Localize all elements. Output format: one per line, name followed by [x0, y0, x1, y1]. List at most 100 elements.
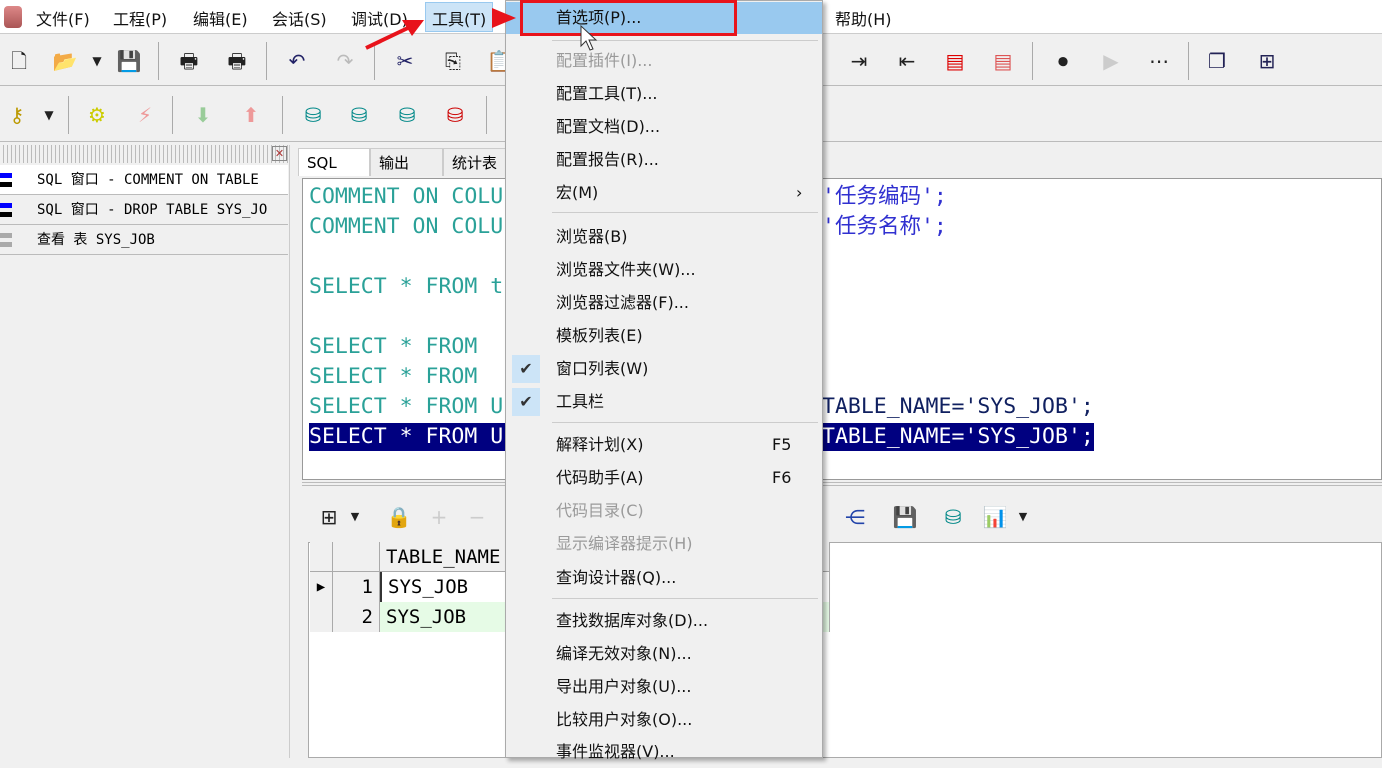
menu-item[interactable]: 编译无效对象(N)... — [506, 638, 822, 670]
key-icon[interactable]: ⚷ — [4, 102, 30, 128]
tab-sql[interactable]: SQL — [298, 148, 370, 176]
menu-item[interactable]: 事件监视器(V)... — [506, 736, 822, 768]
close-panel-icon[interactable]: ✕ — [272, 146, 287, 161]
results-toolbar: ⊞ ▼ 🔒 + − ⋲ 💾 ⛁ 📊 ▼ — [302, 498, 1382, 540]
code-line: COMMENT ON COLU — [309, 214, 504, 239]
menu-item[interactable]: 比较用户对象(O)... — [506, 704, 822, 736]
annotation-arrow-line — [365, 25, 411, 50]
grid-layout-icon[interactable]: ⊞ — [316, 504, 342, 530]
menu-item[interactable]: 代码助手(A) F6 — [506, 462, 822, 494]
menu-item[interactable]: 宏(M) › — [506, 177, 822, 209]
tab-statistics[interactable]: 统计表 — [443, 148, 513, 176]
delete-row-icon[interactable]: − — [464, 504, 490, 530]
menu-item-label: 配置报告(R)... — [556, 150, 659, 169]
menu-item[interactable]: 配置文档(D)... — [506, 111, 822, 143]
row-number: 1 — [333, 572, 380, 602]
menu-item[interactable]: 显示编译器提示(H) — [506, 528, 822, 560]
menu-item[interactable]: 浏览器(B) — [506, 221, 822, 253]
code-line: COMMENT ON COLU — [309, 184, 504, 209]
menu-item-label: 配置工具(T)... — [556, 84, 658, 103]
mouse-cursor-icon — [580, 24, 598, 51]
menu-item[interactable]: 查询设计器(Q)... — [506, 562, 822, 594]
annotation-arrows — [365, 8, 598, 51]
menu-item[interactable]: 浏览器文件夹(W)... — [506, 254, 822, 286]
submenu-arrow-icon: › — [796, 183, 803, 202]
menu-item-label: 比较用户对象(O)... — [556, 710, 693, 729]
menu-item[interactable]: 模板列表(E) — [506, 320, 822, 352]
dropdown-arrow-icon[interactable]: ▼ — [342, 504, 368, 530]
rollback-icon[interactable]: ⬆ — [238, 102, 264, 128]
save-icon[interactable]: 💾 — [892, 504, 918, 530]
code-line-tail: TABLE_NAME='SYS_JOB'; — [822, 394, 1094, 419]
menu-item[interactable]: 浏览器过滤器(F)... — [506, 287, 822, 319]
window-item-label: SQL 窗口 - COMMENT ON TABLE — [37, 172, 259, 188]
menu-item-label: 代码助手(A) — [556, 468, 644, 487]
menu-separator — [552, 422, 818, 423]
shortcut-label: F5 — [772, 435, 792, 454]
code-line: SELECT * FROM U — [309, 423, 509, 451]
code-line-tail: '任务名称'; — [822, 214, 947, 239]
menu-item[interactable]: 代码目录(C) — [506, 495, 822, 527]
annotation-pointer — [492, 8, 516, 28]
code-line: SELECT * FROM t — [309, 274, 504, 299]
view-table-icon — [0, 233, 12, 247]
row-number: 2 — [333, 602, 380, 632]
menu-item-label: 代码目录(C) — [556, 501, 644, 520]
disconnect-db-icon[interactable]: ⛁ — [442, 102, 468, 128]
sql-window-icon — [0, 203, 12, 217]
current-row-indicator-icon: ▶ — [310, 572, 333, 602]
sql-db-icon[interactable]: ⛁ — [346, 102, 372, 128]
checkmark-icon: ✔ — [512, 355, 540, 383]
menu-item-label: 配置文档(D)... — [556, 117, 661, 136]
query-tree-icon[interactable]: ⋲ — [842, 504, 868, 530]
menu-item-label: 查询设计器(Q)... — [556, 568, 677, 587]
menu-item[interactable]: 工具栏 ✔ — [506, 386, 822, 418]
dropdown-arrow-icon[interactable]: ▼ — [1010, 504, 1036, 530]
dropdown-arrow-icon[interactable]: ▼ — [36, 102, 62, 128]
menu-item[interactable]: 解释计划(X) F5 — [506, 429, 822, 461]
splitter[interactable] — [302, 482, 1382, 486]
menu-item-label: 解释计划(X) — [556, 435, 644, 454]
tools-dropdown-menu: 首选项(P)... 配置插件(I)... 配置工具(T)... 配置文档(D)... 配… — [505, 0, 823, 761]
execute-icon[interactable]: ⚙ — [84, 102, 110, 128]
commit-icon[interactable]: ⬇ — [190, 102, 216, 128]
export-db-icon[interactable]: ⛁ — [940, 504, 966, 530]
window-list-panel: ✕ SQL 窗口 - COMMENT ON TABLE SQL 窗口 - DRO… — [0, 145, 290, 758]
code-line: SELECT * FROM — [309, 364, 478, 389]
menu-separator — [552, 212, 818, 213]
window-item-label: SQL 窗口 - DROP TABLE SYS_JO — [37, 202, 268, 218]
window-list-item[interactable]: 查看 表 SYS_JOB — [0, 225, 288, 255]
menu-item-label: 编译无效对象(N)... — [556, 644, 692, 663]
chart-icon[interactable]: 📊 — [982, 504, 1008, 530]
menu-item-label: 浏览器过滤器(F)... — [556, 293, 689, 312]
tab-output[interactable]: 输出 — [370, 148, 443, 176]
menu-item-label: 事件监视器(V)... — [556, 742, 675, 761]
lock-icon[interactable]: 🔒 — [386, 504, 412, 530]
menu-item[interactable]: 窗口列表(W) ✔ — [506, 353, 822, 385]
menu-item-label: 显示编译器提示(H) — [556, 534, 693, 553]
menu-item-label: 浏览器(B) — [556, 227, 628, 246]
menu-separator — [552, 598, 818, 599]
code-line: SELECT * FROM U — [309, 394, 504, 419]
window-item-label: 查看 表 SYS_JOB — [37, 232, 155, 248]
add-row-icon[interactable]: + — [426, 504, 452, 530]
break-icon[interactable]: ⚡ — [132, 102, 158, 128]
window-list-item[interactable]: SQL 窗口 - COMMENT ON TABLE — [0, 165, 288, 195]
db-info-icon[interactable]: ⛁ — [300, 102, 326, 128]
code-line: SELECT * FROM — [309, 334, 478, 359]
sql-window-icon — [0, 173, 12, 187]
menu-item[interactable]: 配置工具(T)... — [506, 78, 822, 110]
menu-item-label: 工具栏 — [556, 392, 605, 411]
checkmark-icon: ✔ — [512, 388, 540, 416]
menu-item[interactable]: 配置报告(R)... — [506, 144, 822, 176]
window-list-item[interactable]: SQL 窗口 - DROP TABLE SYS_JO — [0, 195, 288, 225]
menu-item-label: 模板列表(E) — [556, 326, 643, 345]
menu-item[interactable]: 查找数据库对象(D)... — [506, 605, 822, 637]
menu-item-label: 导出用户对象(U)... — [556, 677, 692, 696]
menu-item-label: 查找数据库对象(D)... — [556, 611, 709, 630]
menu-item-label: 宏(M) — [556, 183, 599, 202]
find-db-icon[interactable]: ⛁ — [394, 102, 420, 128]
menu-item[interactable]: 导出用户对象(U)... — [506, 671, 822, 703]
shortcut-label: F6 — [772, 468, 792, 487]
code-line-tail: TABLE_NAME='SYS_JOB'; — [822, 423, 1094, 451]
